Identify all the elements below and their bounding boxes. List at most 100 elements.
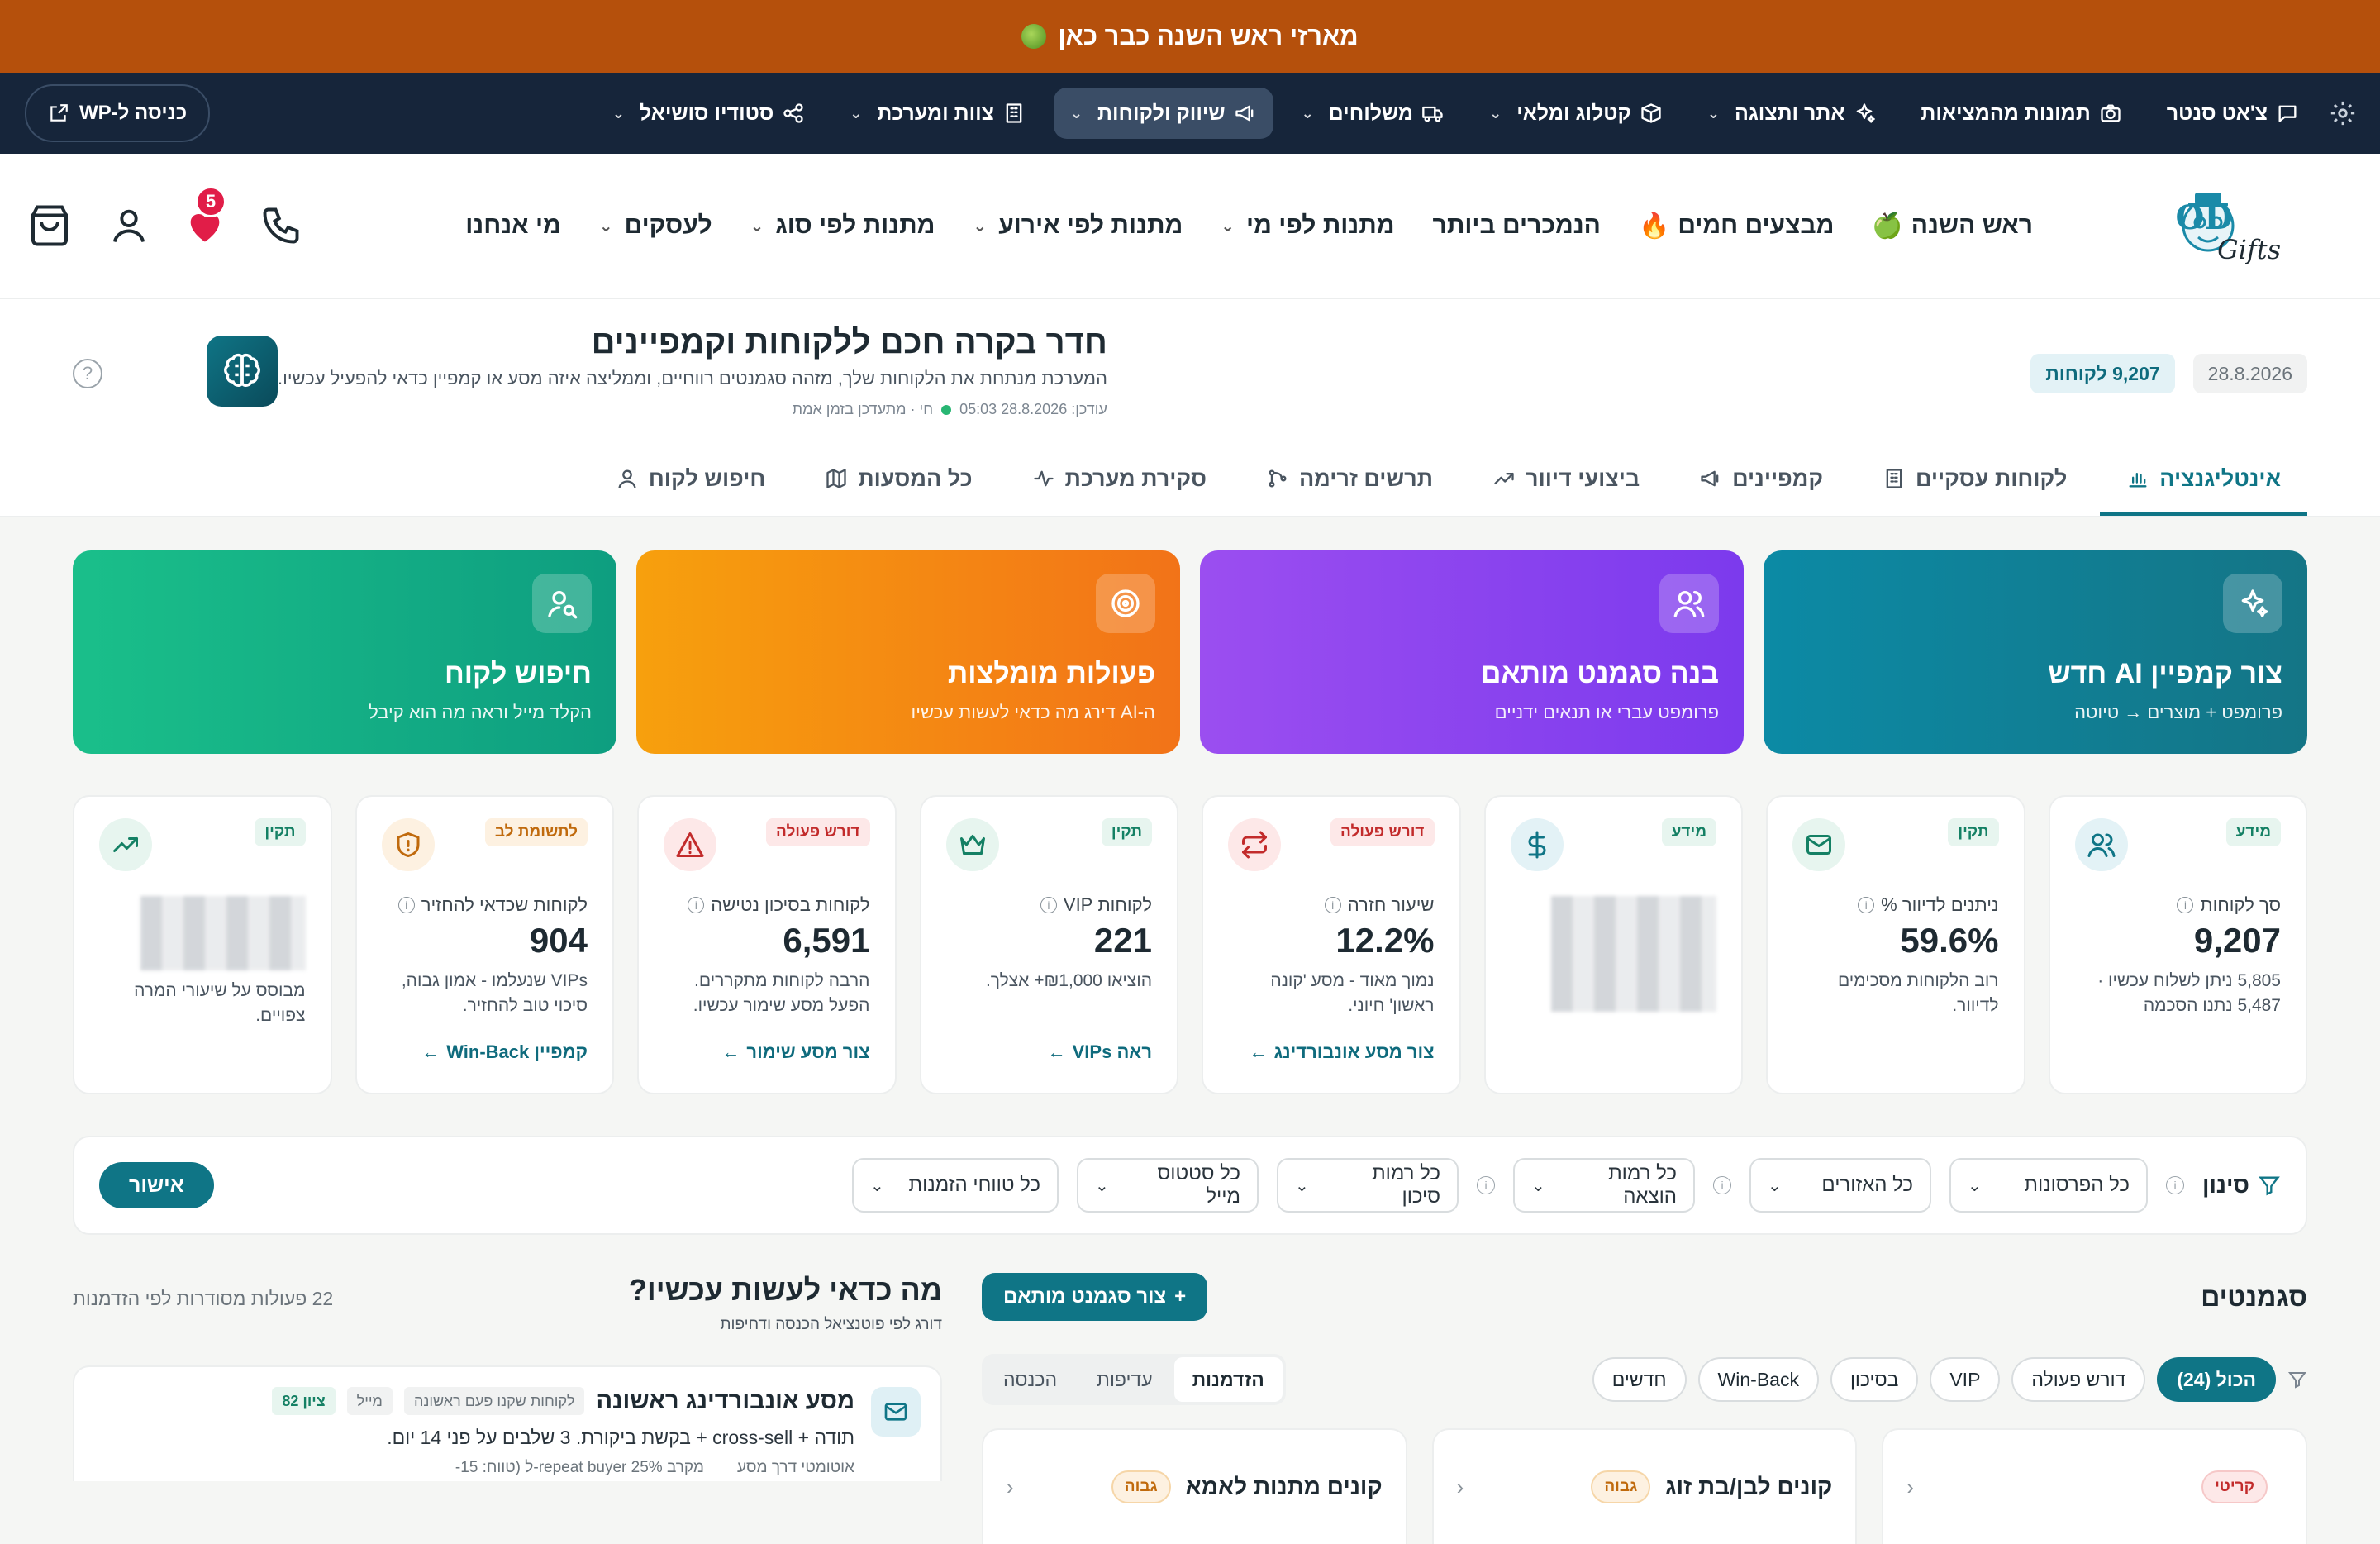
kpi-card: תקין מבוסס על שיעורי המרה צפויים. [73,795,332,1094]
dollar-icon [1510,818,1564,871]
chevron-left-icon[interactable]: ‹ [1007,1475,1014,1500]
user-search-icon [532,574,592,633]
segment-filter-pill[interactable]: VIP [1930,1357,2001,1402]
nav-link[interactable]: מבצעים חמים 🔥 [1639,212,1834,241]
action-card[interactable]: חיפוש לקוח הקלד מייל וראה מה הוא קיבל [73,550,616,754]
nav-link[interactable]: מתנות לפי אירוע ⌄ [973,212,1183,240]
chevron-down-icon: ⌄ [1095,1176,1109,1195]
help-icon[interactable]: ? [73,359,102,388]
kpi-label: לקוחות VIP i [946,894,1152,916]
admin-menu-item[interactable]: אתר ותצוגה ⌄ [1691,88,1893,139]
admin-menu-item[interactable]: צוות ומערכת ⌄ [833,88,1042,139]
segment-filter-pill[interactable]: חדשים [1592,1357,1687,1402]
info-icon[interactable]: i [397,897,415,913]
admin-menu-item[interactable]: תמונות מהמציאות [1904,88,2138,139]
filter-select[interactable]: כל סטטוס מייל ⌄ [1077,1158,1259,1213]
nav-link[interactable]: מתנות לפי מי ⌄ [1221,212,1394,240]
promo-banner[interactable]: מארזי ראש השנה כבר כאן [0,0,2380,73]
info-icon[interactable]: i [688,897,705,913]
filter-select-value: כל טווחי הזמנות [908,1174,1041,1196]
tab-item[interactable]: כל המסעות [798,445,998,516]
info-icon[interactable]: i [1858,897,1875,913]
apply-filter-button[interactable]: אישור [99,1162,214,1208]
segment-filter-pill[interactable]: בסיכון [1830,1357,1919,1402]
admin-menu-label: קטלוג ומלאי [1516,101,1631,125]
admin-menu-item[interactable]: צ'אט סנטר [2150,88,2316,139]
segment-filter-pill[interactable]: Win-Back [1697,1357,1819,1402]
gear-icon[interactable] [2329,99,2357,127]
segment-filter-pill[interactable]: הכול (24) [2157,1357,2276,1402]
filter-select[interactable]: כל האזורים ⌄ [1749,1158,1932,1213]
kpi-value: 221 [1093,921,1152,960]
kpi-link[interactable]: צור מסע שימור ← [721,1041,869,1063]
segment-title: קונים מתנות לאמא [1185,1474,1383,1499]
kpi-link[interactable]: ראה VIPs ← [1048,1041,1152,1063]
kpi-description: הרבה לקוחות מתקררים. הפעל מסע שימור עכשי… [693,971,870,1015]
info-icon[interactable]: i [2177,897,2194,913]
filter-select[interactable]: כל הפרסונות ⌄ [1949,1158,2149,1213]
chevron-left-icon[interactable]: ‹ [1457,1475,1464,1500]
action-card[interactable]: צור קמפיין AI חדש פרומפט + מוצרים → טיוטה [1764,550,2307,754]
sort-option[interactable]: עדיפות [1078,1357,1171,1402]
nav-link[interactable]: מתנות לפי סוג ⌄ [750,212,935,240]
flow-icon [1266,467,1289,490]
info-icon[interactable]: i [1040,897,1057,913]
action-item[interactable]: מסע אונבורדינג ראשונה לקוחות שקנו פעם רא… [73,1365,942,1481]
nav-link[interactable]: הנמכרים ביותר [1433,212,1601,240]
site-logo[interactable]: HASOD Gifts [2173,176,2347,275]
wp-login-button[interactable]: כניסה ל-WP [25,84,211,142]
admin-menu-item[interactable]: סטודיו סושיאל ⌄ [596,88,821,139]
sort-option[interactable]: הכנסה [985,1357,1075,1402]
admin-menu-item[interactable]: קטלוג ומלאי ⌄ [1473,88,1679,139]
shopping-bag-icon[interactable] [25,201,74,250]
live-indicator-dot [941,404,952,415]
phone-icon[interactable] [259,204,302,247]
admin-menu-item[interactable]: משלוחים ⌄ [1285,88,1462,139]
info-icon[interactable]: i [1324,897,1341,913]
filter-bar: סינון i כל הפרסונות ⌄ כל האזורים ⌄ i כל רמות ה… [73,1136,2307,1235]
nav-link[interactable]: מי אנחנו [465,212,561,240]
tab-item[interactable]: אינטליגנציה [2100,445,2307,516]
segment-card[interactable]: קונים מתנות לאמא גבוה ‹ [981,1428,1407,1544]
wishlist-heart-icon[interactable]: 5 [183,186,226,247]
tab-item[interactable]: לקוחות עסקיים [1856,445,2093,516]
segment-card[interactable]: קונים לבן/בת זוג גבוה ‹ [1431,1428,1858,1544]
info-icon[interactable]: i [2166,1176,2185,1194]
nav-link[interactable]: ראש השנה 🍏 [1872,212,2033,241]
chevron-left-icon[interactable]: ‹ [1906,1475,1914,1500]
tab-item[interactable]: חיפוש לקוח [589,445,792,516]
admin-menu-label: צ'אט סנטר [2166,101,2268,125]
create-segment-button[interactable]: + צור סגמנט מותאם [982,1273,1208,1321]
megaphone-icon [1699,467,1722,490]
action-footnote-2: מקרב 25% repeat buyer-ל (טווח: 15- [455,1459,704,1476]
filter-select[interactable]: כל טווחי הזמנות ⌄ [852,1158,1059,1213]
kpi-link[interactable]: צור מסע אונבורדינג ← [1250,1041,1435,1063]
filter-select[interactable]: כל רמות הוצאה ⌄ [1513,1158,1696,1213]
kpi-description: מבוסס על שיעורי המרה צפויים. [134,981,306,1025]
kpi-status-badge: דורש פעולה [1330,818,1435,846]
admin-menu-item[interactable]: שיווק ולקוחות ⌄ [1053,88,1273,139]
user-account-icon[interactable] [107,204,150,247]
sort-option[interactable]: הזדמנות [1173,1357,1283,1402]
chevron-down-icon: ⌄ [1531,1176,1545,1195]
kpi-description: רוב הלקוחות מסכימים לדיוור. [1837,971,1999,1015]
kpi-card: לתשומת לב לקוחות שכדאי להחזיר i 904 VIPs שנע… [355,795,614,1094]
user-icon [616,467,639,490]
segment-filter-pill[interactable]: דורש פעולה [2011,1357,2146,1402]
tab-item[interactable]: תרשים זרימה [1240,445,1459,516]
action-card-subtitle: פרומפט + מוצרים → טיוטה [2074,702,2282,722]
kpi-status-badge: מידע [1661,818,1716,846]
info-icon[interactable]: i [1713,1176,1732,1194]
action-card[interactable]: פעולות מומלצות ה-AI דירג מה כדאי לעשות עכ… [636,550,1180,754]
nav-link[interactable]: לעסקים ⌄ [599,212,712,240]
info-icon[interactable]: i [1477,1176,1496,1194]
kpi-label-text: לקוחות שכדאי להחזיר [421,894,588,915]
tab-item[interactable]: ביצועי דיוור [1466,445,1666,516]
segment-card[interactable]: קריטי ‹ [1882,1428,2307,1544]
kpi-link[interactable]: קמפיין Win-Back ← [421,1041,588,1063]
tab-item[interactable]: קמפיינים [1673,445,1849,516]
kpi-description: VIPs שנעלמו - אמון גבוה, סיכוי טוב להחזי… [401,971,588,1015]
filter-select[interactable]: כל רמות סיכון ⌄ [1277,1158,1459,1213]
action-card[interactable]: בנה סגמנט מותאם פרומפט עברי או תנאים ידני… [1200,550,1744,754]
tab-item[interactable]: סקירת מערכת [1006,445,1233,516]
